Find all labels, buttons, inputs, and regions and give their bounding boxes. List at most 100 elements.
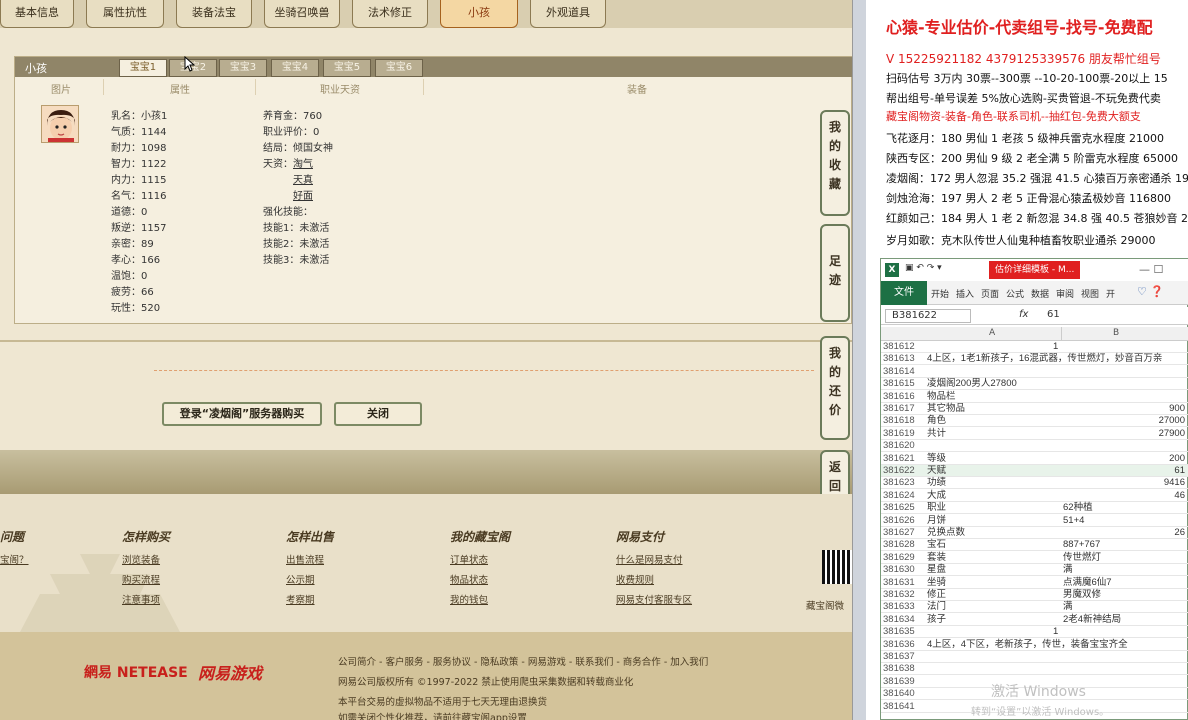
talent-link[interactable]: 天真 — [293, 175, 313, 186]
row-number[interactable]: 381621 — [883, 453, 923, 465]
row-number[interactable]: 381641 — [883, 701, 923, 713]
cell-b[interactable]: 27000 — [1159, 415, 1185, 427]
cell-a[interactable]: 大成 — [927, 490, 946, 502]
cell-a[interactable]: 共计 — [927, 428, 946, 440]
row-number[interactable]: 381638 — [883, 663, 923, 675]
ribbon-tab[interactable]: 插入 — [956, 287, 974, 300]
row-number[interactable]: 381625 — [883, 502, 923, 514]
row-number[interactable]: 381617 — [883, 403, 923, 415]
my-favorites-button[interactable]: 我的收藏 — [820, 110, 850, 216]
ribbon-tab[interactable]: 数据 — [1031, 287, 1049, 300]
row-number[interactable]: 381612 — [883, 341, 923, 353]
row-number[interactable]: 381640 — [883, 688, 923, 700]
tab-mounts[interactable]: 坐骑召唤兽 — [264, 0, 340, 28]
footer-link[interactable]: 浏览装备 — [122, 552, 160, 566]
cell-b[interactable]: 51+4 — [1063, 515, 1084, 527]
footer-link[interactable]: 宝阁？ — [0, 552, 29, 566]
ribbon-file-tab[interactable]: 文件 — [881, 281, 927, 305]
cell-a[interactable]: 4上区，1老1新孩子，16混武器，传世燃灯，妙音百万亲 — [927, 353, 1162, 365]
cell-b[interactable]: 传世燃灯 — [1063, 552, 1101, 564]
row-number[interactable]: 381626 — [883, 515, 923, 527]
cell-b[interactable]: 满 — [1063, 564, 1073, 576]
talent-link[interactable]: 好面 — [293, 191, 313, 202]
tab-child[interactable]: 小孩 — [440, 0, 518, 28]
cell-b[interactable]: 200 — [1169, 453, 1185, 465]
row-number[interactable]: 381620 — [883, 440, 923, 452]
cell-a[interactable]: 凌烟阁200男人27800 — [927, 378, 1017, 390]
footer-link[interactable]: 订单状态 — [450, 552, 488, 566]
cell-a[interactable]: 4上区，4下区，老新孩子，传世，装备宝宝齐全 — [927, 639, 1128, 651]
cell-a[interactable]: 套装 — [927, 552, 946, 564]
cell-b[interactable]: 满 — [1063, 601, 1073, 613]
quick-access-icons[interactable]: ▣ ↶ ↷ ▾ — [905, 263, 942, 273]
row-number[interactable]: 381618 — [883, 415, 923, 427]
row-number[interactable]: 381628 — [883, 539, 923, 551]
ribbon-tab[interactable]: 开 — [1106, 287, 1115, 300]
row-number[interactable]: 381629 — [883, 552, 923, 564]
cell-a[interactable]: 修正 — [927, 589, 946, 601]
footer-link[interactable]: 什么是网易支付 — [616, 552, 683, 566]
col-header-b[interactable]: B — [1113, 328, 1119, 338]
cell-b[interactable]: 男魔双修 — [1063, 589, 1101, 601]
cell-a[interactable]: 法门 — [927, 601, 946, 613]
row-number[interactable]: 381631 — [883, 577, 923, 589]
ribbon-tab[interactable]: 公式 — [1006, 287, 1024, 300]
row-number[interactable]: 381622 — [883, 465, 923, 477]
footprint-button[interactable]: 足迹 — [820, 224, 850, 322]
window-controls[interactable]: — ☐ — [1139, 263, 1163, 276]
cell-b[interactable]: 61 — [1174, 465, 1185, 477]
subtab-baby-4[interactable]: 宝宝4 — [271, 59, 319, 77]
subtab-baby-1[interactable]: 宝宝1 — [119, 59, 167, 77]
cell-a[interactable]: 天赋 — [927, 465, 946, 477]
cell-b[interactable]: 2老4新神结局 — [1063, 614, 1121, 626]
footer-link[interactable]: 考察期 — [286, 592, 315, 606]
row-number[interactable]: 381639 — [883, 676, 923, 688]
row-number[interactable]: 381634 — [883, 614, 923, 626]
footer-link[interactable]: 物品状态 — [450, 572, 488, 586]
name-box[interactable]: B381622 — [885, 309, 971, 323]
row-number[interactable]: 381630 — [883, 564, 923, 576]
col-header-a[interactable]: A — [989, 328, 995, 338]
footer-link[interactable]: 收费规则 — [616, 572, 654, 586]
cell-a[interactable]: 孩子 — [927, 614, 946, 626]
cell-b[interactable]: 点满魔6仙7 — [1063, 577, 1112, 589]
cell-a[interactable]: 宝石 — [927, 539, 946, 551]
row-number[interactable]: 381616 — [883, 391, 923, 403]
row-number[interactable]: 381637 — [883, 651, 923, 663]
tab-appearance[interactable]: 外观道具 — [530, 0, 606, 28]
cell-b[interactable]: 9416 — [1164, 477, 1185, 489]
cell-b[interactable]: 62种植 — [1063, 502, 1093, 514]
footer-link[interactable]: 出售流程 — [286, 552, 324, 566]
footer-link-line[interactable]: 公司简介 - 客户服务 - 服务协议 - 隐私政策 - 网易游戏 - 联系我们 … — [338, 654, 708, 668]
cell-b[interactable]: 900 — [1169, 403, 1185, 415]
cell-a[interactable]: 其它物品 — [927, 403, 965, 415]
footer-link[interactable]: 购买流程 — [122, 572, 160, 586]
cell-a[interactable]: 等级 — [927, 453, 946, 465]
cell-a-number[interactable]: 1 — [1053, 626, 1058, 638]
cell-b[interactable]: 46 — [1174, 490, 1185, 502]
subtab-baby-3[interactable]: 宝宝3 — [219, 59, 267, 77]
subtab-baby-5[interactable]: 宝宝5 — [323, 59, 371, 77]
footer-link[interactable]: 网易支付客服专区 — [616, 592, 692, 606]
ribbon-tab[interactable]: 审阅 — [1056, 287, 1074, 300]
tab-attributes[interactable]: 属性抗性 — [86, 0, 164, 28]
row-number[interactable]: 381627 — [883, 527, 923, 539]
formula-input[interactable]: 61 — [1047, 309, 1060, 320]
cell-b[interactable]: 887+767 — [1063, 539, 1100, 551]
ribbon-tab[interactable]: 页面 — [981, 287, 999, 300]
row-number[interactable]: 381635 — [883, 626, 923, 638]
subtab-baby-6[interactable]: 宝宝6 — [375, 59, 423, 77]
tab-spells[interactable]: 法术修正 — [352, 0, 428, 28]
close-button[interactable]: 关闭 — [334, 402, 422, 426]
cell-a[interactable]: 物品栏 — [927, 391, 956, 403]
cell-b[interactable]: 27900 — [1159, 428, 1185, 440]
footer-link[interactable]: 注意事项 — [122, 592, 160, 606]
cell-a[interactable]: 角色 — [927, 415, 946, 427]
cell-a[interactable]: 职业 — [927, 502, 946, 514]
footer-link[interactable]: 公示期 — [286, 572, 315, 586]
ribbon-tab[interactable]: 视图 — [1081, 287, 1099, 300]
row-number[interactable]: 381633 — [883, 601, 923, 613]
row-number[interactable]: 381623 — [883, 477, 923, 489]
cell-b[interactable]: 26 — [1174, 527, 1185, 539]
help-icon[interactable]: ♡ ❓ — [1137, 285, 1164, 298]
